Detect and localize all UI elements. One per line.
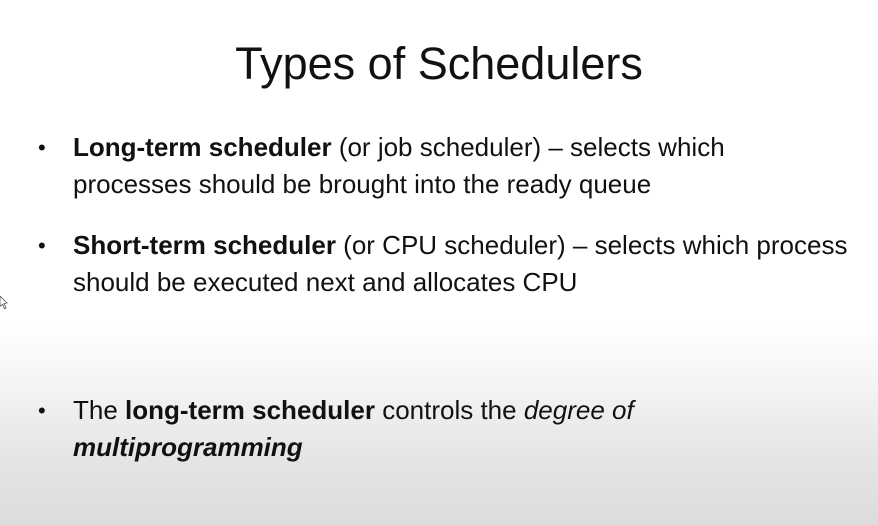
bullet-middle: controls the [374,395,524,425]
bullet-marker: • [38,398,46,423]
slide-title: Types of Schedulers [235,38,643,89]
bullet-prefix: The [73,395,126,425]
bullet-bold-term: long-term scheduler [125,395,375,425]
bullet-item-long-term: • Long-term scheduler (or job scheduler)… [38,129,848,203]
bullet-marker: • [38,135,46,160]
bullet-bold-italic-phrase: multiprogramming [73,432,303,462]
bullet-item-short-term: • Short-term scheduler (or CPU scheduler… [38,227,848,301]
mouse-cursor-icon [0,296,8,310]
bullet-bold-term: Short-term scheduler [73,230,336,260]
bullet-marker: • [38,233,46,258]
slide: Types of Schedulers • Long-term schedule… [0,0,878,525]
bullet-text: The long-term scheduler controls the deg… [73,392,848,466]
bullet-text: Short-term scheduler (or CPU scheduler) … [73,227,848,301]
bullet-text: Long-term scheduler (or job scheduler) –… [73,129,848,203]
bullet-bold-term: Long-term scheduler [73,132,332,162]
bullet-italic-phrase: degree of [523,395,634,425]
bullet-item-multiprogramming: • The long-term scheduler controls the d… [38,392,848,466]
